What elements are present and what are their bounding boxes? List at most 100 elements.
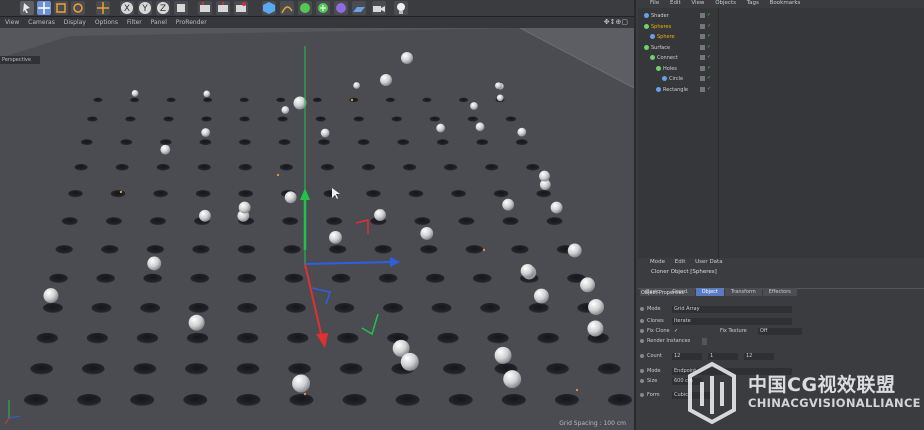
enabled-check-icon[interactable]: ✓ xyxy=(707,34,712,39)
tab-transform[interactable]: Transform xyxy=(724,288,762,296)
layer-icon[interactable] xyxy=(700,55,705,60)
menu-prorender[interactable]: ProRender xyxy=(176,19,207,26)
viewport-navigation-icons[interactable]: ✥↕⊕▢ xyxy=(604,17,628,28)
menu-cameras[interactable]: Cameras xyxy=(28,19,55,26)
perspective-viewport[interactable]: Perspective Grid Spacing : 100 cm xyxy=(0,28,634,430)
menu-view[interactable]: View xyxy=(5,19,19,26)
hole xyxy=(329,245,347,254)
enabled-check-icon[interactable]: ✓ xyxy=(707,65,712,71)
hole xyxy=(146,245,164,254)
layer-icon[interactable] xyxy=(700,65,705,71)
hole xyxy=(186,332,209,344)
hole xyxy=(326,217,343,226)
hole xyxy=(55,245,73,254)
enabled-check-icon[interactable]: ✓ xyxy=(707,23,712,29)
light-icon[interactable] xyxy=(394,1,408,15)
om-menu-edit[interactable]: Edit xyxy=(670,0,681,6)
render-picture-viewer-icon[interactable] xyxy=(216,1,230,15)
coordinate-system-icon[interactable] xyxy=(174,1,188,15)
menu-display[interactable]: Display xyxy=(64,19,86,26)
cloner-icon[interactable] xyxy=(316,1,330,15)
hole xyxy=(337,332,359,344)
scale-icon[interactable] xyxy=(54,1,68,15)
tree-item-label: Holes xyxy=(663,65,677,72)
render-settings-icon[interactable] xyxy=(234,1,248,15)
sphere-clone xyxy=(436,123,446,133)
move-icon[interactable] xyxy=(37,1,51,15)
layer-icon[interactable] xyxy=(700,76,705,81)
hole xyxy=(278,139,291,146)
hole xyxy=(284,273,304,284)
om-menu-view[interactable]: View xyxy=(691,0,704,6)
attr-menu-edit[interactable]: Edit xyxy=(675,259,686,265)
camera-icon[interactable] xyxy=(372,1,386,15)
tab-object[interactable]: Object xyxy=(695,288,724,296)
floor-icon[interactable] xyxy=(352,1,366,15)
sphere-clone xyxy=(503,370,522,389)
hole xyxy=(467,116,479,122)
live-selection-icon[interactable] xyxy=(96,1,110,15)
om-menu-bookmarks[interactable]: Bookmarks xyxy=(770,0,801,6)
om-menu-file[interactable]: File xyxy=(650,0,659,6)
enabled-check-icon[interactable]: ✓ xyxy=(707,13,712,18)
render-view-icon[interactable] xyxy=(198,1,212,15)
sphere-clone xyxy=(588,299,605,315)
enabled-check-icon[interactable]: ✓ xyxy=(707,55,712,60)
sphere-clone xyxy=(284,191,297,204)
hole xyxy=(166,97,176,103)
om-menu-objects[interactable]: Objects xyxy=(715,0,736,6)
hole xyxy=(236,394,261,406)
hole xyxy=(36,332,58,344)
hole xyxy=(277,116,288,122)
hole xyxy=(282,217,299,226)
cube-icon[interactable] xyxy=(262,1,276,15)
y-axis-icon[interactable]: Y xyxy=(138,1,152,15)
mode-select[interactable]: Grid Array xyxy=(672,306,792,313)
main-toolbar: X Y Z xyxy=(0,0,634,17)
menu-panel[interactable]: Panel xyxy=(151,19,167,26)
sphere-clone xyxy=(496,94,504,102)
sphere-clone xyxy=(380,74,392,86)
attr-menu-user-data[interactable]: User Data xyxy=(695,259,722,265)
hole xyxy=(315,116,326,122)
scene-canvas[interactable] xyxy=(0,28,634,430)
hole xyxy=(285,303,306,313)
render-instances-checkbox[interactable] xyxy=(702,338,707,345)
enabled-check-icon[interactable]: ✓ xyxy=(707,76,712,81)
layer-icon[interactable] xyxy=(700,13,705,18)
hole xyxy=(429,116,440,122)
tree-item-label: Rectangle xyxy=(663,86,688,93)
fix-clone-checkbox[interactable]: ✓ xyxy=(672,328,682,335)
move-tool-icon[interactable] xyxy=(20,1,34,15)
rotate-icon[interactable] xyxy=(71,1,85,15)
layer-icon[interactable] xyxy=(700,34,705,39)
tab-effectors[interactable]: Effectors xyxy=(762,288,797,296)
attr-menu-mode[interactable]: Mode xyxy=(650,259,665,265)
hole xyxy=(397,139,410,146)
menu-filter[interactable]: Filter xyxy=(127,19,142,26)
hole xyxy=(425,273,445,284)
hole xyxy=(501,394,526,406)
menu-options[interactable]: Options xyxy=(95,19,118,26)
visibility-flags[interactable]: ✓ xyxy=(700,86,712,106)
z-axis-icon[interactable]: Z xyxy=(156,1,170,15)
hole xyxy=(87,116,98,122)
clones-select[interactable]: Iterate xyxy=(672,318,792,325)
subdivision-icon[interactable] xyxy=(298,1,312,15)
enabled-check-icon[interactable]: ✓ xyxy=(707,44,712,50)
hole xyxy=(239,139,251,146)
chinacg-logo-icon xyxy=(688,361,736,425)
pen-spline-icon[interactable] xyxy=(280,1,294,15)
tree-item-label: Circle xyxy=(669,76,684,82)
sphere-clone xyxy=(587,320,604,337)
layer-icon[interactable] xyxy=(700,86,705,92)
enabled-check-icon[interactable]: ✓ xyxy=(707,86,712,92)
attr-row-clones: Clones Iterate xyxy=(640,317,924,326)
x-axis-icon[interactable]: X xyxy=(120,1,134,15)
deformer-icon[interactable] xyxy=(334,1,348,15)
layer-icon[interactable] xyxy=(700,23,705,29)
sphere-clone xyxy=(550,201,563,214)
layer-icon[interactable] xyxy=(700,44,705,50)
fix-texture-select[interactable]: Off xyxy=(758,328,802,335)
om-menu-tags[interactable]: Tags xyxy=(747,0,759,6)
